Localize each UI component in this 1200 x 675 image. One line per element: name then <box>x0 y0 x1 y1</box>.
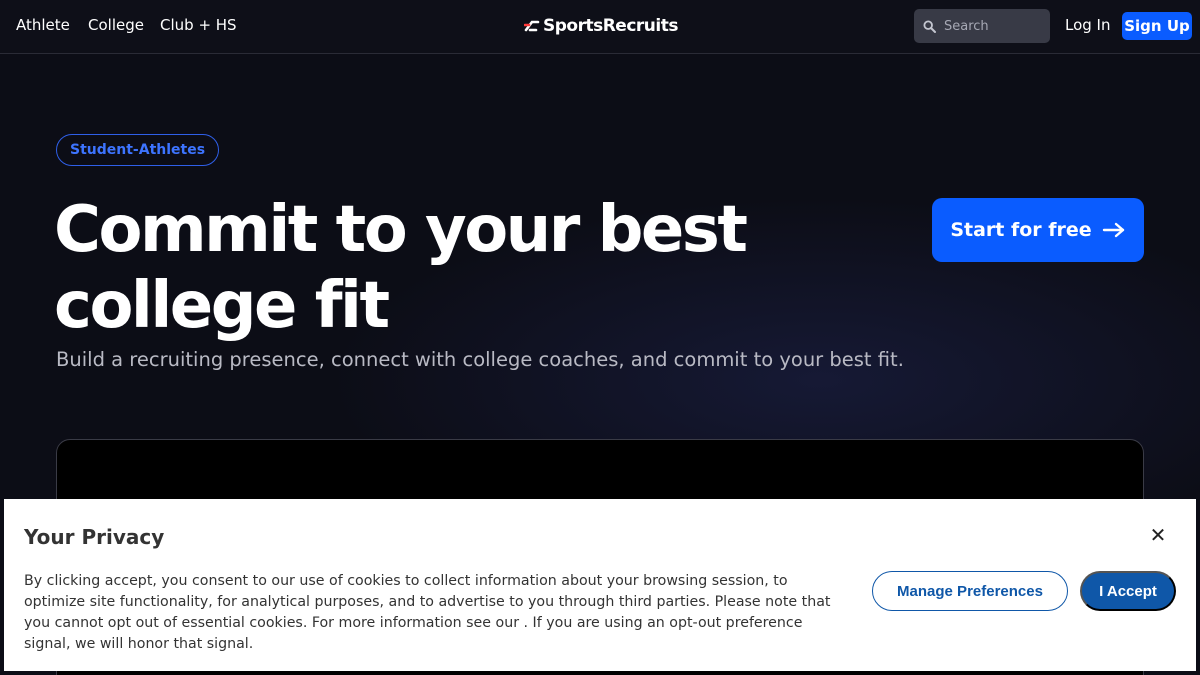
arrow-right-icon <box>1102 222 1124 238</box>
privacy-banner: Your Privacy ✕ By clicking accept, you c… <box>4 499 1196 671</box>
manage-preferences-button[interactable]: Manage Preferences <box>872 571 1068 611</box>
signup-button[interactable]: Sign Up <box>1122 12 1192 40</box>
search-input[interactable]: Search <box>914 9 1050 43</box>
close-icon[interactable]: ✕ <box>1148 523 1168 547</box>
nav-link-athlete[interactable]: Athlete <box>16 16 70 34</box>
sportsrecruits-logo-icon <box>524 20 540 32</box>
cta-label: Start for free <box>950 219 1092 241</box>
nav-link-college[interactable]: College <box>88 16 144 34</box>
login-link[interactable]: Log In <box>1065 16 1111 34</box>
search-icon <box>923 19 936 33</box>
accept-button[interactable]: I Accept <box>1080 571 1176 611</box>
headline-line-1: Commit to your best <box>54 193 748 267</box>
nav-link-club-hs[interactable]: Club + HS <box>160 16 237 34</box>
top-nav: Athlete College Club + HS SportsRecruits… <box>0 0 1200 54</box>
site-logo[interactable]: SportsRecruits <box>524 14 678 38</box>
audience-badge: Student-Athletes <box>56 134 220 166</box>
start-for-free-button[interactable]: Start for free <box>932 198 1144 262</box>
page: Athlete College Club + HS SportsRecruits… <box>0 0 1200 675</box>
logo-text: SportsRecruits <box>543 16 678 36</box>
headline-line-2: college fit <box>54 269 390 343</box>
privacy-body: By clicking accept, you consent to our u… <box>24 573 831 652</box>
search-placeholder: Search <box>944 18 989 34</box>
hero-headline: Commit to your best college fit <box>54 192 814 344</box>
hero-subhead: Build a recruiting presence, connect wit… <box>56 348 904 371</box>
privacy-title: Your Privacy <box>24 525 165 549</box>
